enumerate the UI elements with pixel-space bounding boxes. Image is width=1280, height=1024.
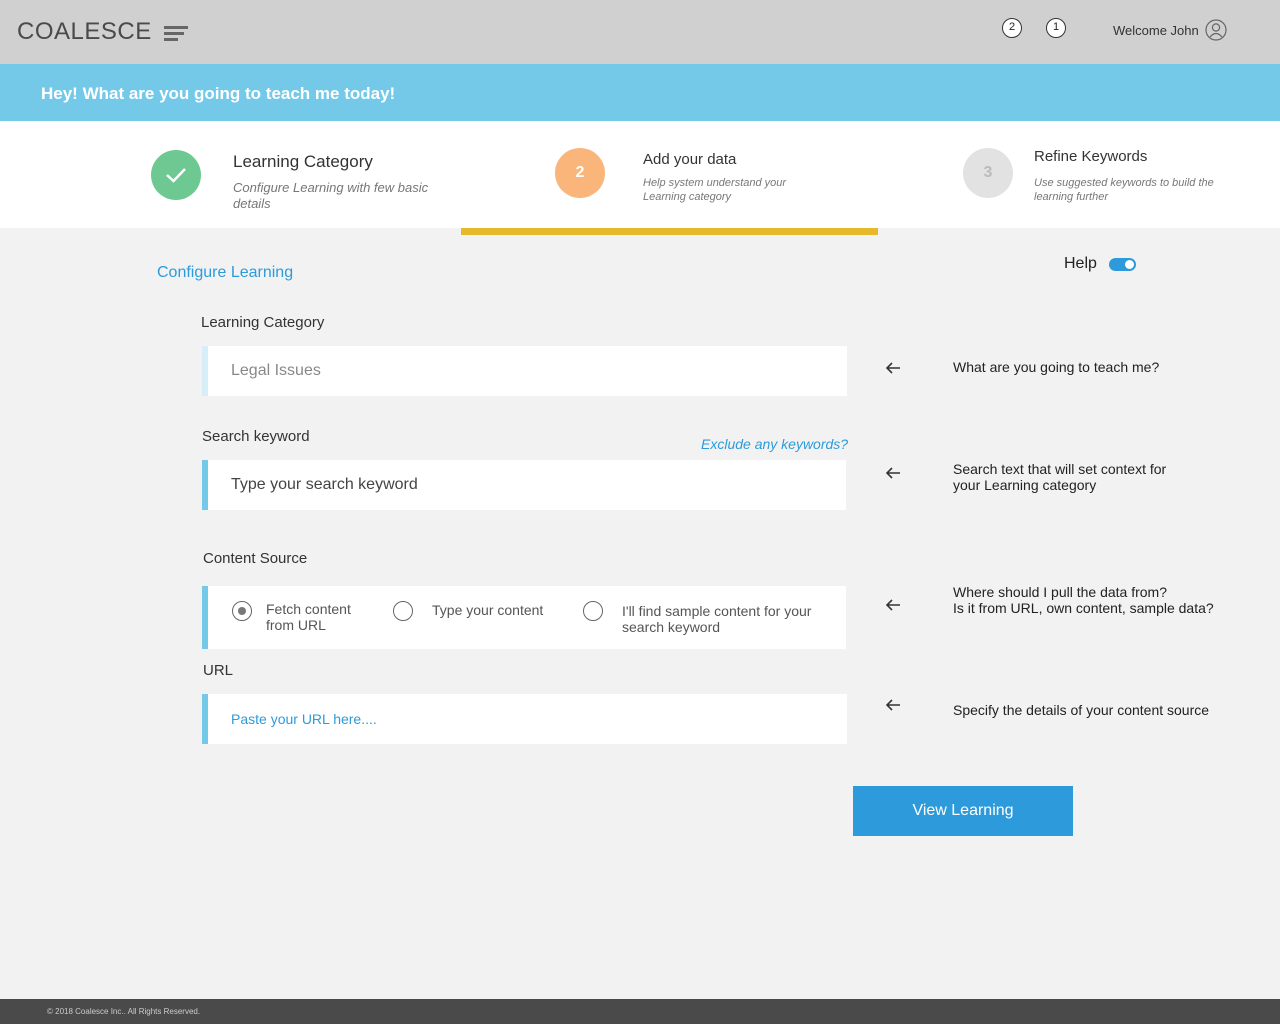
- footer: © 2018 Coalesce Inc.. All Rights Reserve…: [0, 999, 1280, 1024]
- hint-url: Specify the details of your content sour…: [953, 702, 1210, 718]
- step-2-description: Help system understand your Learning cat…: [643, 177, 787, 203]
- user-avatar-icon[interactable]: [1205, 19, 1227, 41]
- arrow-left-icon: [885, 699, 900, 711]
- check-icon: [166, 168, 186, 183]
- hint-source-line-2: Is it from URL, own content, sample data…: [953, 600, 1214, 616]
- active-step-progress-bar: [461, 228, 878, 235]
- top-bar: COALESCE 2 1 Welcome John: [0, 0, 1280, 64]
- hint-category: What are you going to teach me?: [953, 359, 1160, 375]
- step-3-indicator[interactable]: 3: [963, 148, 1013, 198]
- radio-sample-content[interactable]: [583, 601, 603, 621]
- section-title: Configure Learning: [157, 264, 294, 281]
- radio-sample-content-label[interactable]: I'll find sample content for your search…: [622, 603, 842, 635]
- step-3-description: Use suggested keywords to build the lear…: [1034, 177, 1214, 203]
- banner-text: Hey! What are you going to teach me toda…: [41, 84, 396, 103]
- message-badge-icon[interactable]: 1: [1046, 18, 1066, 38]
- arrow-left-icon: [885, 467, 900, 479]
- arrow-left-icon: [885, 599, 900, 611]
- copyright-text: © 2018 Coalesce Inc.. All Rights Reserve…: [47, 1007, 201, 1016]
- wizard-steps: Learning Category Configure Learning wit…: [0, 121, 1280, 228]
- help-label: Help: [1064, 255, 1097, 272]
- content-source-options: Fetch content from URL Type your content…: [202, 586, 846, 649]
- exclude-keywords-link[interactable]: Exclude any keywords?: [701, 436, 848, 452]
- search-keyword-input[interactable]: [208, 460, 846, 510]
- help-toggle[interactable]: [1109, 258, 1136, 271]
- step-2-title: Add your data: [643, 151, 737, 168]
- category-input[interactable]: [208, 346, 847, 396]
- notification-badge-icon[interactable]: 2: [1002, 18, 1022, 38]
- step-1-description: Configure Learning with few basic detail…: [233, 180, 429, 211]
- step-2-indicator[interactable]: 2: [555, 148, 605, 198]
- step-1-done-indicator[interactable]: [151, 150, 201, 200]
- keyword-label: Search keyword: [202, 428, 310, 445]
- radio-fetch-url[interactable]: [232, 601, 252, 621]
- radio-type-content[interactable]: [393, 601, 413, 621]
- step-1-title: Learning Category: [233, 152, 373, 171]
- radio-fetch-url-label[interactable]: Fetch content from URL: [266, 601, 376, 633]
- url-input[interactable]: [208, 694, 847, 744]
- hint-keyword: Search text that will set context for yo…: [953, 461, 1167, 493]
- arrow-left-icon: [885, 362, 900, 374]
- category-label: Learning Category: [201, 314, 325, 331]
- url-label: URL: [203, 662, 234, 679]
- category-field-container: [202, 346, 847, 396]
- radio-type-content-label[interactable]: Type your content: [432, 602, 543, 618]
- step-3-title: Refine Keywords: [1034, 148, 1148, 165]
- content-source-label: Content Source: [203, 550, 308, 567]
- greeting-banner: Hey! What are you going to teach me toda…: [0, 64, 1280, 121]
- url-field-container: [202, 694, 847, 744]
- view-learning-button[interactable]: View Learning: [853, 786, 1073, 836]
- hint-source-line-1: Where should I pull the data from?: [953, 584, 1168, 600]
- app-logo[interactable]: COALESCE: [17, 18, 152, 46]
- welcome-text: Welcome John: [1113, 23, 1199, 38]
- hamburger-menu-icon[interactable]: [164, 26, 190, 42]
- keyword-field-container: [202, 460, 846, 510]
